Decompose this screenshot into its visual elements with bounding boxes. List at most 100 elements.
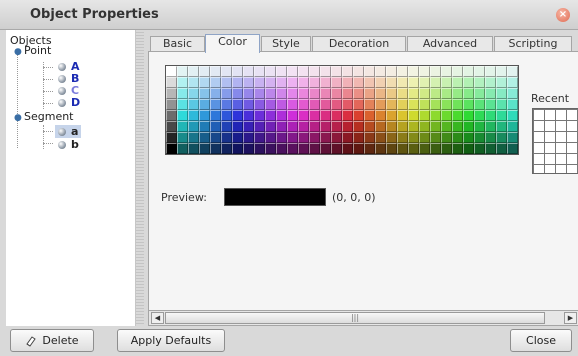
color-swatch[interactable] [188, 143, 199, 154]
color-swatch[interactable] [254, 143, 265, 154]
color-swatch[interactable] [298, 88, 309, 99]
color-swatch[interactable] [342, 143, 353, 154]
color-swatch[interactable] [298, 99, 309, 110]
color-swatch[interactable] [254, 88, 265, 99]
visibility-ball-icon[interactable] [58, 63, 66, 71]
color-swatch[interactable] [254, 99, 265, 110]
color-swatch[interactable] [331, 132, 342, 143]
color-swatch[interactable] [265, 110, 276, 121]
color-swatch[interactable] [188, 66, 199, 77]
color-swatch[interactable] [485, 88, 496, 99]
color-swatch[interactable] [210, 77, 221, 88]
color-swatch[interactable] [166, 88, 177, 99]
color-swatch[interactable] [452, 143, 463, 154]
color-swatch[interactable] [320, 132, 331, 143]
color-swatch[interactable] [199, 88, 210, 99]
color-swatch[interactable] [474, 121, 485, 132]
color-swatch[interactable] [419, 143, 430, 154]
color-swatch[interactable] [232, 88, 243, 99]
color-swatch[interactable] [177, 110, 188, 121]
color-swatch[interactable] [441, 66, 452, 77]
color-swatch[interactable] [276, 110, 287, 121]
color-swatch[interactable] [408, 110, 419, 121]
color-swatch[interactable] [507, 121, 518, 132]
color-swatch[interactable] [364, 99, 375, 110]
color-swatch[interactable] [441, 88, 452, 99]
color-swatch[interactable] [463, 66, 474, 77]
visibility-ball-icon[interactable] [58, 128, 66, 136]
color-swatch[interactable] [199, 121, 210, 132]
color-swatch[interactable] [397, 99, 408, 110]
color-swatch[interactable] [254, 110, 265, 121]
color-swatch[interactable] [232, 99, 243, 110]
color-swatch[interactable] [199, 132, 210, 143]
color-swatch[interactable] [342, 132, 353, 143]
color-swatch[interactable] [430, 66, 441, 77]
tab-style[interactable]: Style [261, 36, 311, 52]
color-swatch[interactable] [177, 132, 188, 143]
color-swatch[interactable] [243, 143, 254, 154]
color-swatch[interactable] [375, 110, 386, 121]
color-swatch[interactable] [397, 88, 408, 99]
color-swatch[interactable] [221, 88, 232, 99]
color-swatch[interactable] [298, 143, 309, 154]
color-swatch[interactable] [463, 99, 474, 110]
color-swatch[interactable] [419, 77, 430, 88]
color-swatch[interactable] [408, 66, 419, 77]
color-swatch[interactable] [254, 121, 265, 132]
color-swatch[interactable] [485, 99, 496, 110]
color-swatch[interactable] [166, 66, 177, 77]
color-swatch[interactable] [452, 110, 463, 121]
color-swatch[interactable] [309, 132, 320, 143]
scroll-left-icon[interactable]: ◀ [151, 312, 164, 324]
color-swatch[interactable] [364, 66, 375, 77]
color-swatch[interactable] [375, 88, 386, 99]
tree-item-point-D[interactable]: D [58, 96, 80, 109]
color-swatch[interactable] [463, 77, 474, 88]
color-swatch[interactable] [408, 88, 419, 99]
color-swatch[interactable] [463, 121, 474, 132]
tree-group-segment[interactable]: ● Segment [14, 110, 74, 123]
color-swatch[interactable] [243, 66, 254, 77]
color-swatch[interactable] [397, 121, 408, 132]
color-swatch[interactable] [320, 77, 331, 88]
tab-basic[interactable]: Basic [150, 36, 205, 52]
color-swatch[interactable] [485, 110, 496, 121]
color-swatch[interactable] [419, 121, 430, 132]
color-swatch[interactable] [276, 77, 287, 88]
color-swatch[interactable] [188, 99, 199, 110]
color-swatch[interactable] [397, 66, 408, 77]
color-swatch[interactable] [507, 99, 518, 110]
color-swatch[interactable] [342, 99, 353, 110]
color-swatch-grid[interactable] [165, 65, 519, 155]
color-swatch[interactable] [199, 110, 210, 121]
color-swatch[interactable] [397, 143, 408, 154]
delete-button[interactable]: Delete [10, 329, 94, 352]
color-swatch[interactable] [221, 121, 232, 132]
color-swatch[interactable] [474, 143, 485, 154]
color-swatch[interactable] [474, 110, 485, 121]
color-swatch[interactable] [496, 132, 507, 143]
color-swatch[interactable] [331, 110, 342, 121]
tree-item-segment-a[interactable]: a [55, 125, 82, 138]
visibility-ball-icon[interactable] [58, 141, 66, 149]
color-swatch[interactable] [331, 99, 342, 110]
color-swatch[interactable] [265, 121, 276, 132]
color-swatch[interactable] [419, 88, 430, 99]
collapse-toggle-icon[interactable]: ● [14, 46, 24, 59]
color-swatch[interactable] [364, 110, 375, 121]
color-swatch[interactable] [386, 77, 397, 88]
tab-decoration[interactable]: Decoration [312, 36, 406, 52]
color-swatch[interactable] [408, 132, 419, 143]
color-swatch[interactable] [210, 132, 221, 143]
color-swatch[interactable] [375, 66, 386, 77]
color-swatch[interactable] [287, 66, 298, 77]
color-swatch[interactable] [496, 66, 507, 77]
color-swatch[interactable] [199, 66, 210, 77]
color-swatch[interactable] [342, 121, 353, 132]
color-swatch[interactable] [276, 66, 287, 77]
color-swatch[interactable] [430, 99, 441, 110]
color-swatch[interactable] [375, 77, 386, 88]
color-swatch[interactable] [309, 110, 320, 121]
color-swatch[interactable] [430, 121, 441, 132]
